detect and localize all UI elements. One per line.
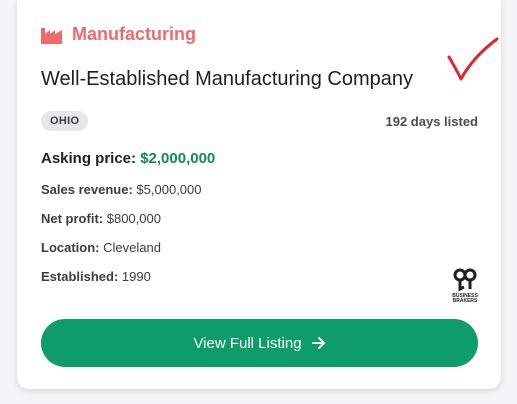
listing-title: Well-Established Manufacturing Company [41, 68, 414, 90]
detail-location: Location: Cleveland [41, 240, 161, 255]
factory-icon [41, 27, 62, 44]
arrow-right-icon [311, 337, 325, 349]
category-text: Manufacturing [72, 24, 196, 44]
asking-price: Asking price: $2,000,000 [41, 150, 215, 167]
detail-label: Net profit: [41, 211, 104, 226]
category-label: Manufacturing [41, 24, 196, 45]
view-full-listing-label: View Full Listing [193, 334, 302, 352]
detail-value: $800,000 [106, 211, 161, 226]
broker-logo-text: BUSINESS BRAKERS [452, 293, 478, 304]
detail-value: $5,000,000 [136, 182, 202, 197]
detail-label: Sales revenue: [41, 182, 133, 197]
days-listed: 192 days listed [385, 114, 479, 129]
detail-sales-revenue: Sales revenue: $5,000,000 [41, 182, 201, 197]
state-badge: OHIO [41, 111, 89, 131]
detail-value: 1990 [121, 269, 151, 284]
listing-card: Manufacturing Well-Established Manufactu… [17, 0, 501, 389]
asking-price-value: $2,000,000 [140, 150, 216, 167]
detail-label: Established: [41, 269, 119, 284]
view-full-listing-button[interactable]: View Full Listing [41, 319, 478, 367]
detail-value: Cleveland [103, 240, 161, 255]
detail-established: Established: 1990 [41, 269, 151, 284]
asking-price-label: Asking price: [41, 150, 137, 167]
detail-net-profit: Net profit: $800,000 [41, 211, 161, 226]
checkmark-icon [447, 37, 499, 81]
detail-label: Location: [41, 240, 100, 255]
